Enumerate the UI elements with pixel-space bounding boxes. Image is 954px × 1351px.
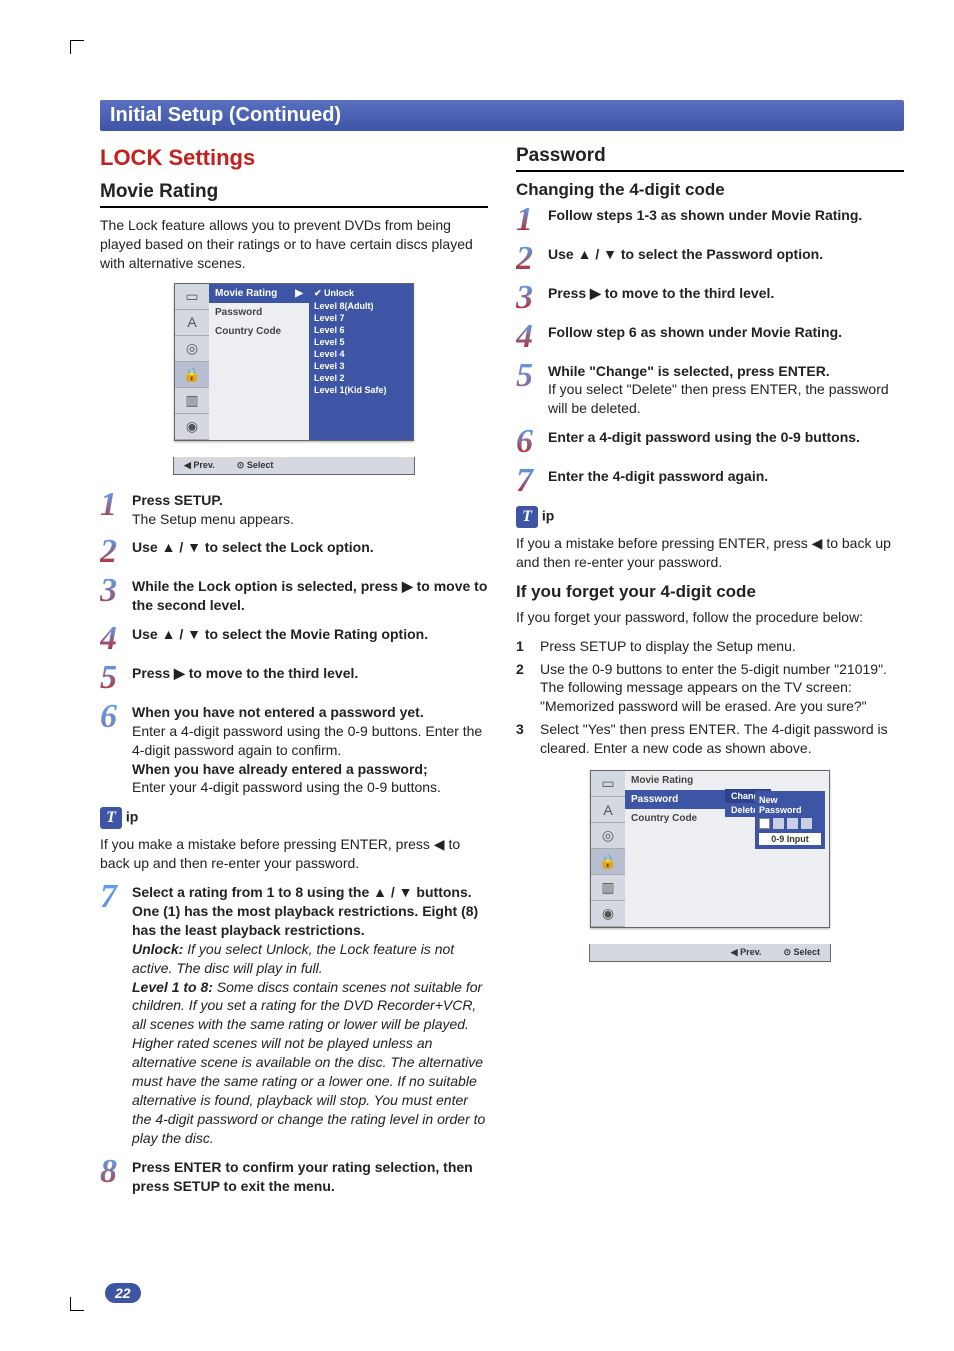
step-number: 7	[100, 883, 126, 1147]
forgot-intro: If you forget your password, follow the …	[516, 608, 904, 627]
lock-settings-heading: LOCK Settings	[100, 145, 488, 171]
osd-footer-select: ⊙ Select	[237, 460, 274, 471]
tv-icon: ▭	[175, 284, 209, 310]
step-5: 5 Press ▶ to move to the third level.	[100, 664, 488, 693]
tip-heading: T ip	[100, 807, 488, 829]
step-number: 1	[516, 206, 542, 235]
step-4: 4 Use ▲ / ▼ to select the Movie Rating o…	[100, 625, 488, 654]
step-number: 2	[100, 538, 126, 567]
gear-icon: ◉	[591, 901, 625, 927]
osd2-new-password-popup: New Password 0-9 Input	[755, 791, 825, 849]
step-number: 3	[516, 284, 542, 313]
osd-level: Level 3	[314, 360, 408, 372]
forgot-code-heading: If you forget your 4-digit code	[516, 582, 904, 602]
osd-unlock: ✔ Unlock	[314, 287, 408, 300]
step-number: 5	[100, 664, 126, 693]
r-step-7: 7Enter the 4-digit password again.	[516, 467, 904, 496]
osd-footer: ◀ Prev. ⊙ Select	[173, 457, 415, 475]
step-number: 5	[516, 362, 542, 419]
osd2-footer-select: ⊙ Select	[783, 947, 820, 958]
step-1: 1 Press SETUP.The Setup menu appears.	[100, 491, 488, 529]
osd-level: Level 2	[314, 372, 408, 384]
step-8: 8 Press ENTER to confirm your rating sel…	[100, 1158, 488, 1196]
osd-row-movie-rating: Movie Rating▶	[209, 284, 309, 303]
tip-text-right: If you a mistake before pressing ENTER, …	[516, 534, 904, 572]
r-step-3: 3Press ▶ to move to the third level.	[516, 284, 904, 313]
forgot-steps-list: 1Press SETUP to display the Setup menu. …	[516, 637, 904, 758]
step-number: 6	[516, 428, 542, 457]
language-icon: A	[591, 797, 625, 823]
tip-icon: T	[516, 506, 538, 528]
rec-icon: ▥	[591, 875, 625, 901]
step-number: 4	[516, 323, 542, 352]
r-step-1: 1Follow steps 1-3 as shown under Movie R…	[516, 206, 904, 235]
disc-icon: ◎	[175, 336, 209, 362]
osd-row-password: Password	[209, 303, 309, 322]
crop-mark	[70, 40, 84, 54]
osd2-row-movie: Movie Rating	[625, 771, 725, 790]
osd-level: Level 7	[314, 312, 408, 324]
step-number: 6	[100, 703, 126, 797]
osd2-input-label: 0-9 Input	[759, 833, 821, 845]
r-step-5: 5While "Change" is selected, press ENTER…	[516, 362, 904, 419]
section-title-bar: Initial Setup (Continued)	[100, 100, 904, 131]
r-step-4: 4Follow step 6 as shown under Movie Rati…	[516, 323, 904, 352]
language-icon: A	[175, 310, 209, 336]
step-number: 7	[516, 467, 542, 496]
osd-footer-prev: ◀ Prev.	[184, 460, 215, 471]
lock-icon: 🔒	[591, 849, 625, 875]
osd2-footer-prev: ◀ Prev.	[731, 947, 762, 958]
password-heading: Password	[516, 145, 904, 172]
crop-mark	[70, 1297, 84, 1311]
step-number: 3	[100, 577, 126, 615]
page-number-badge: 22	[105, 1283, 141, 1303]
osd-screenshot-2: ▭ A ◎ 🔒 ▥ ◉ Movie Rating Password Countr…	[589, 770, 831, 962]
gear-icon: ◉	[175, 414, 209, 440]
tip-heading-right: T ip	[516, 506, 904, 528]
osd2-footer: ◀ Prev. ⊙ Select	[589, 944, 831, 962]
disc-icon: ◎	[591, 823, 625, 849]
osd-level: Level 6	[314, 324, 408, 336]
step-6: 6 When you have not entered a password y…	[100, 703, 488, 797]
osd-level: Level 1(Kid Safe)	[314, 384, 408, 396]
step-number: 8	[100, 1158, 126, 1196]
step-number: 1	[100, 491, 126, 529]
osd-level: Level 4	[314, 348, 408, 360]
r-step-6: 6Enter a 4-digit password using the 0-9 …	[516, 428, 904, 457]
osd-screenshot-1: ▭ A ◎ 🔒 ▥ ◉ Movie Rating▶ Password Count…	[173, 283, 415, 475]
osd-row-country: Country Code	[209, 322, 309, 341]
rec-icon: ▥	[175, 388, 209, 414]
step-2: 2 Use ▲ / ▼ to select the Lock option.	[100, 538, 488, 567]
right-column: Password Changing the 4-digit code 1Foll…	[516, 145, 904, 1205]
step-3: 3 While the Lock option is selected, pre…	[100, 577, 488, 615]
tv-icon: ▭	[591, 771, 625, 797]
step-number: 4	[100, 625, 126, 654]
r-step-2: 2Use ▲ / ▼ to select the Password option…	[516, 245, 904, 274]
lock-icon: 🔒	[175, 362, 209, 388]
step-7: 7 Select a rating from 1 to 8 using the …	[100, 883, 488, 1147]
tip-text: If you make a mistake before pressing EN…	[100, 835, 488, 873]
tip-icon: T	[100, 807, 122, 829]
osd-level: Level 5	[314, 336, 408, 348]
osd2-row-password: Password	[625, 790, 725, 809]
movie-rating-heading: Movie Rating	[100, 181, 488, 208]
changing-code-subheading: Changing the 4-digit code	[516, 180, 904, 200]
intro-paragraph: The Lock feature allows you to prevent D…	[100, 216, 488, 273]
osd2-row-country: Country Code	[625, 809, 725, 828]
left-column: LOCK Settings Movie Rating The Lock feat…	[100, 145, 488, 1205]
step-number: 2	[516, 245, 542, 274]
osd-level: Level 8(Adult)	[314, 300, 408, 312]
